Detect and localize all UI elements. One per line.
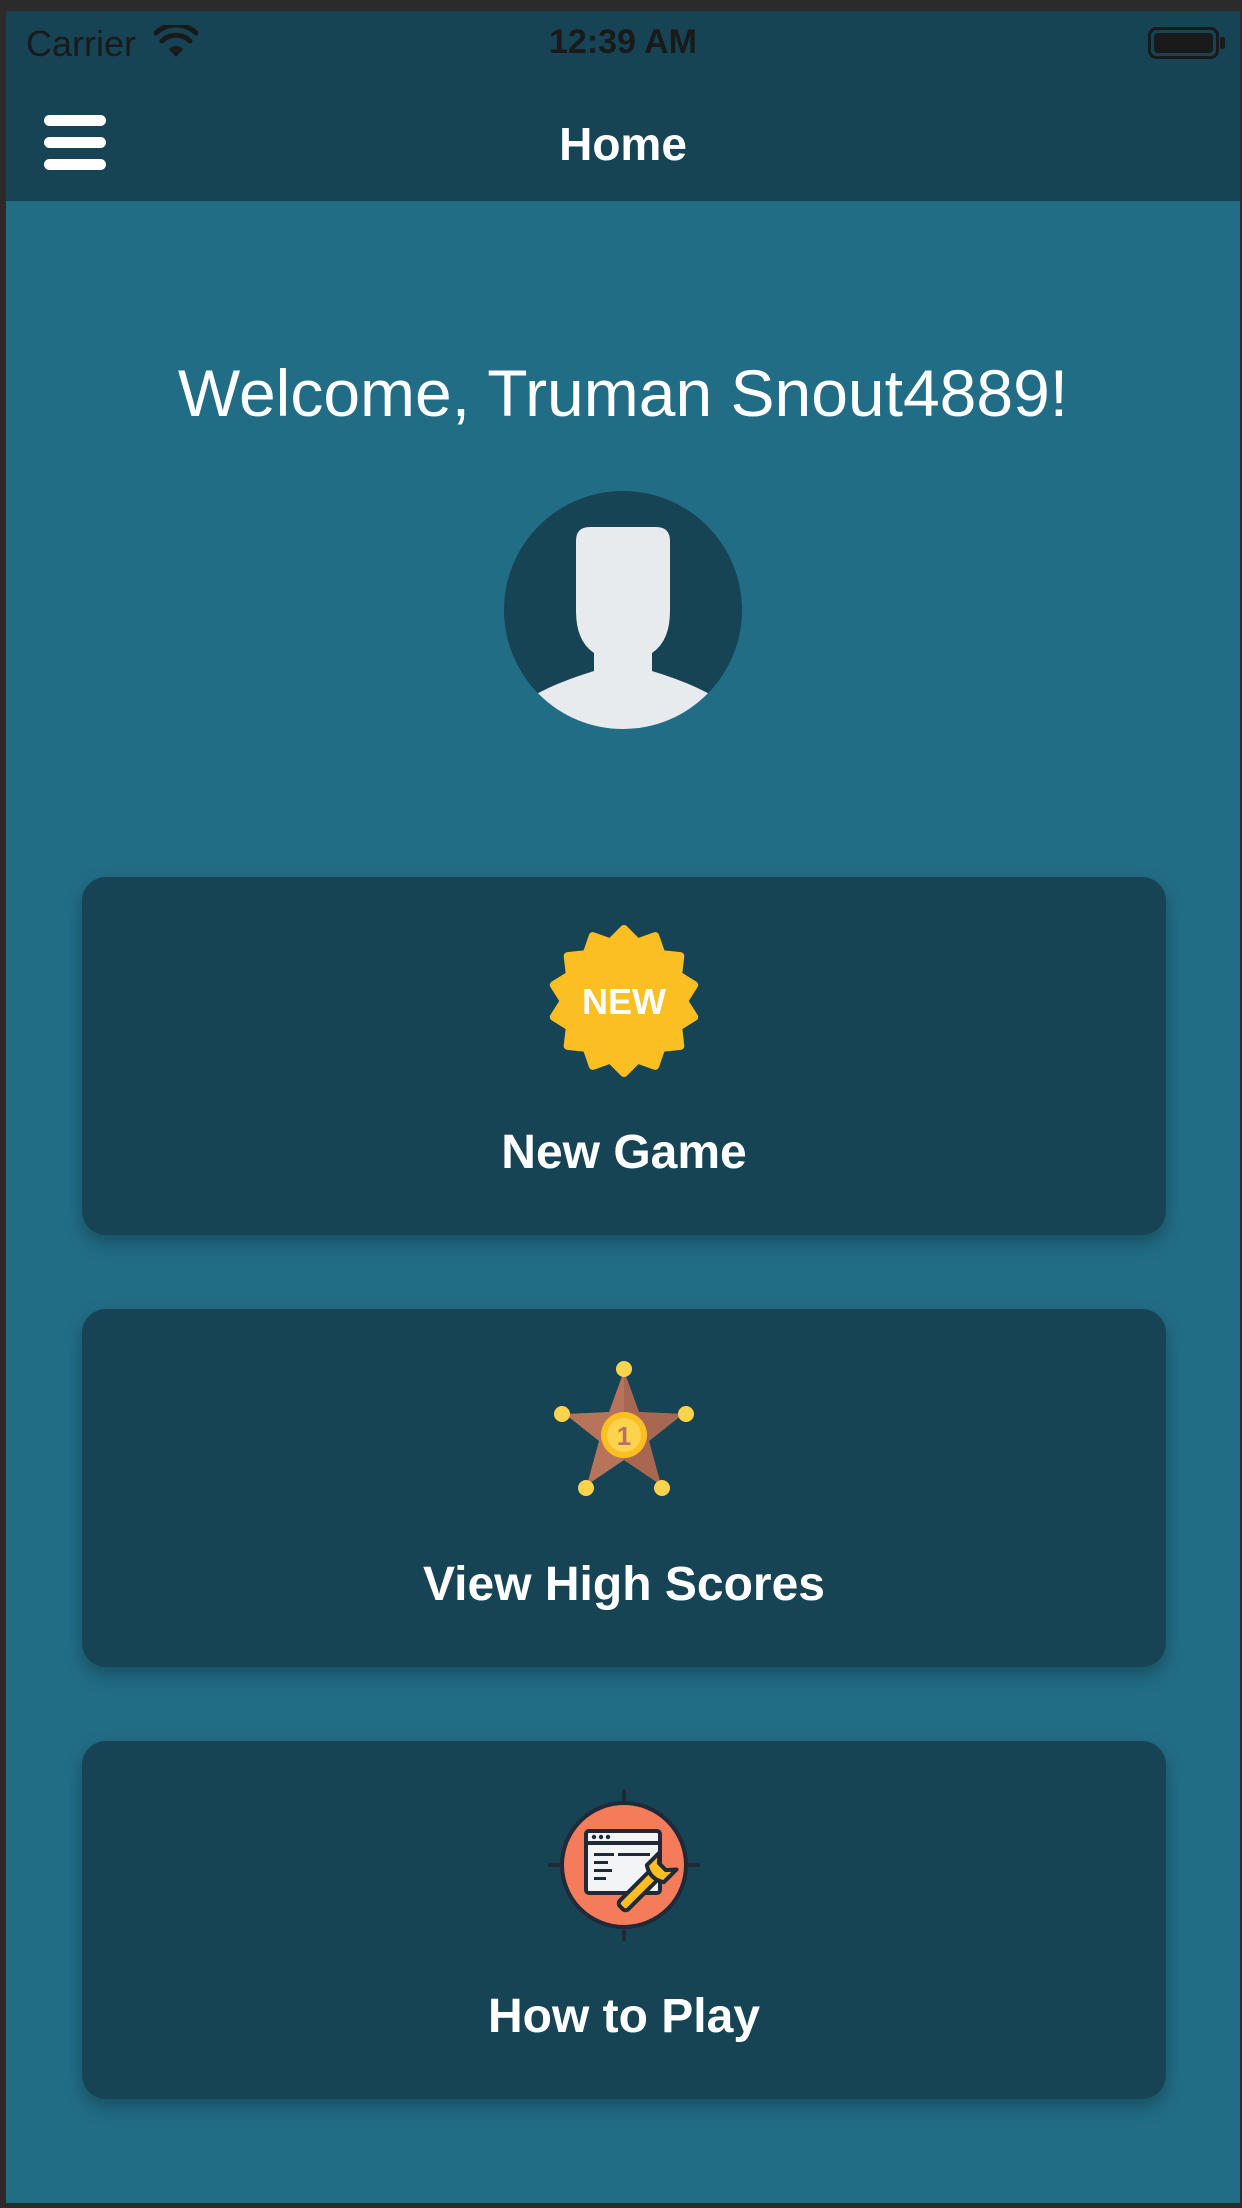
welcome-message: Welcome, Truman Snout4889! [177,356,1069,430]
app-screen: Carrier 12:39 AM Home Welcome, Truman Sn… [6,11,1240,2203]
svg-text:1: 1 [617,1421,631,1451]
top-bar: Carrier 12:39 AM Home [6,11,1240,201]
view-high-scores-button[interactable]: 1 View High Scores [82,1309,1166,1667]
status-time: 12:39 AM [548,23,698,61]
how-to-play-button[interactable]: How to Play [82,1741,1166,2099]
how-to-play-label: How to Play [487,1990,761,2043]
new-game-label: New Game [501,1126,747,1179]
page-title: Home [559,118,687,170]
browser-wrench-icon [548,1789,700,1941]
star-medal-icon: 1 [554,1361,694,1496]
view-high-scores-label: View High Scores [423,1558,825,1611]
user-silhouette-icon [520,527,726,729]
battery-icon [1148,27,1225,59]
new-game-button[interactable]: NEW New Game [82,877,1166,1235]
svg-text:NEW: NEW [582,981,666,1022]
avatar [504,491,742,729]
navigation-bar: Home [6,73,1240,201]
status-bar: Carrier 12:39 AM [6,11,1240,73]
new-badge-icon: NEW [549,925,699,1077]
